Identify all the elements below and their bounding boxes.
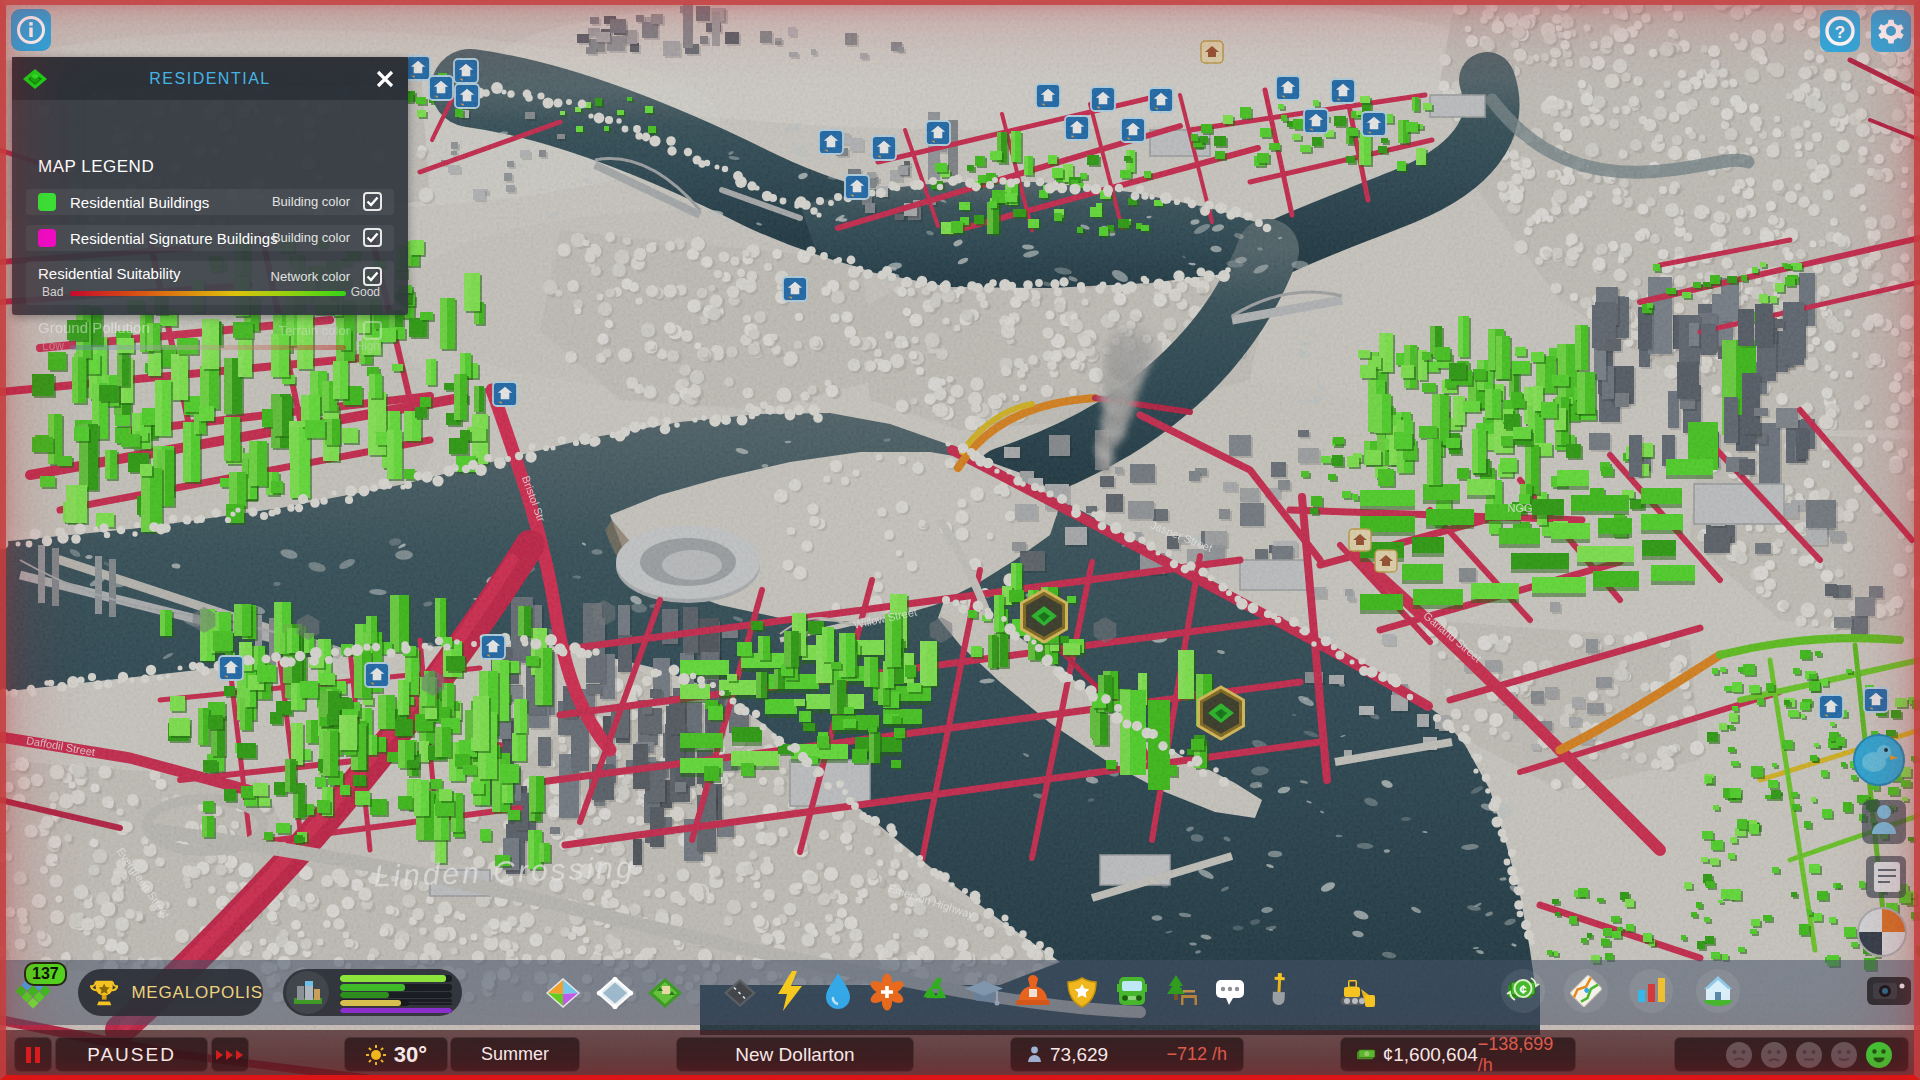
svg-text:¢: ¢ — [1519, 982, 1526, 997]
svg-text:?: ? — [1835, 23, 1845, 42]
